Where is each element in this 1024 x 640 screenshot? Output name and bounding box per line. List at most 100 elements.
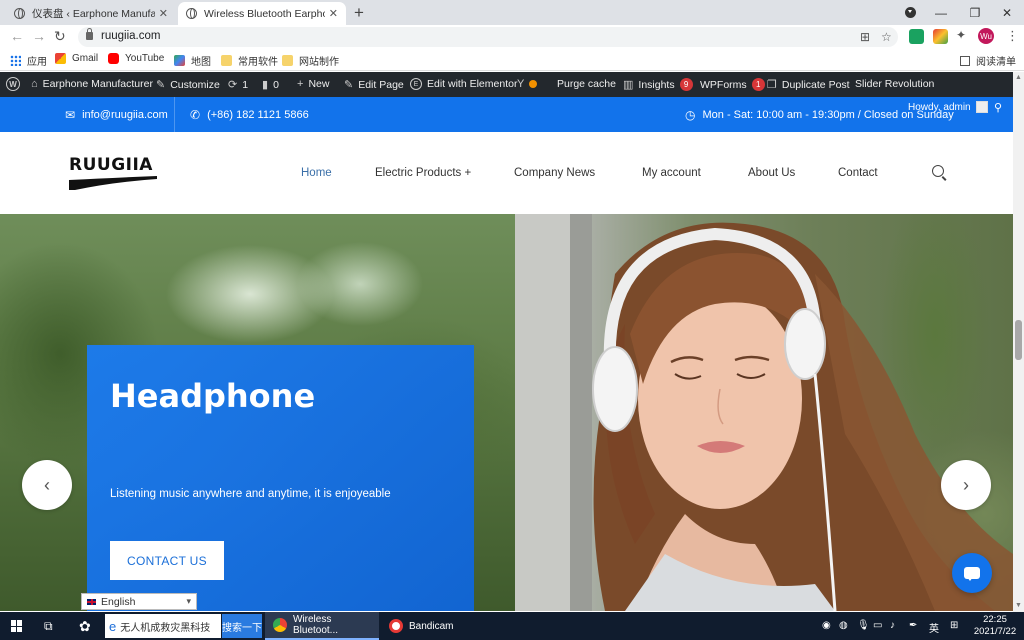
duplicate-icon: ❐ bbox=[767, 79, 777, 91]
scrollbar-thumb[interactable] bbox=[1015, 320, 1022, 360]
globe-icon bbox=[14, 8, 25, 19]
wp-admin-bar: W ⌂ Earphone Manufacturer ✎ Customize ⟳ … bbox=[0, 72, 1013, 97]
bookmark-folder-common[interactable]: 常用软件 bbox=[221, 53, 278, 68]
envelope-icon: ✉ bbox=[65, 108, 76, 122]
browser-tab-dashboard[interactable]: 仪表盘 ‹ Earphone Manufactur ✕ bbox=[6, 2, 176, 25]
admin-search-icon[interactable]: ⚲ bbox=[994, 101, 1002, 114]
translate-icon[interactable]: ⊞ bbox=[860, 30, 870, 44]
admin-updates[interactable]: ⟳ 1 bbox=[228, 78, 248, 92]
taskbar-clock[interactable]: 22:25 2021/7/22 bbox=[972, 614, 1018, 638]
bookmarks-bar: 应用 Gmail YouTube 地图 常用软件 网站制作 阅读清单 bbox=[0, 49, 1024, 71]
home-icon: ⌂ bbox=[31, 78, 38, 90]
search-icon[interactable] bbox=[932, 165, 944, 177]
pinwheel-app-icon[interactable]: ✿ bbox=[79, 612, 91, 640]
forward-arrow-icon[interactable]: → bbox=[32, 28, 46, 44]
close-icon[interactable]: ✕ bbox=[329, 7, 338, 20]
close-icon[interactable]: ✕ bbox=[159, 7, 168, 20]
elementor-icon: E bbox=[410, 78, 422, 90]
tab-search-icon[interactable] bbox=[905, 7, 916, 18]
admin-site-name[interactable]: ⌂ Earphone Manufacturer bbox=[31, 78, 153, 90]
bookmark-apps[interactable]: 应用 bbox=[10, 53, 47, 68]
task-view-icon[interactable]: ⧉ bbox=[44, 612, 53, 640]
nav-electric-products[interactable]: Electric Products + bbox=[375, 167, 471, 179]
wpforms-badge: 1 bbox=[751, 78, 765, 91]
admin-comments[interactable]: ▮ 0 bbox=[262, 78, 279, 92]
microphone-tray-icon[interactable]: 🎙 bbox=[857, 620, 870, 631]
admin-wpforms[interactable]: WPForms 1 bbox=[700, 78, 765, 91]
bookmark-star-icon[interactable]: ☆ bbox=[881, 30, 892, 44]
admin-slider-revolution[interactable]: Slider Revolution bbox=[855, 78, 934, 90]
folder-icon bbox=[282, 55, 293, 66]
restore-button[interactable]: ❐ bbox=[958, 0, 992, 25]
slider-next-button[interactable]: › bbox=[941, 460, 991, 510]
comment-icon: ▮ bbox=[262, 79, 269, 91]
admin-customize[interactable]: ✎ Customize bbox=[156, 78, 220, 92]
site-logo[interactable]: RUUGIIA bbox=[69, 155, 161, 191]
admin-edit-elementor[interactable]: E Edit with Elementor bbox=[410, 78, 517, 90]
browser-menu-icon[interactable]: ⋮ bbox=[1006, 28, 1019, 44]
extension-color-icon[interactable] bbox=[933, 29, 948, 44]
back-arrow-icon[interactable]: ← bbox=[10, 28, 24, 44]
admin-new[interactable]: + New bbox=[297, 78, 329, 90]
contact-phone[interactable]: ✆ (+86) 182 1121 5866 bbox=[190, 108, 309, 122]
admin-duplicate-post[interactable]: ❐ Duplicate Post bbox=[767, 78, 850, 92]
url-text: ruugiia.com bbox=[101, 30, 161, 42]
chrome-icon bbox=[273, 618, 287, 632]
admin-yoast[interactable]: Y bbox=[517, 78, 538, 90]
chat-button[interactable] bbox=[952, 553, 992, 593]
new-tab-button[interactable]: + bbox=[354, 3, 364, 23]
address-bar[interactable]: ruugiia.com ⊞ ☆ bbox=[78, 27, 898, 47]
admin-insights[interactable]: ▥ Insights 9 bbox=[623, 78, 693, 91]
pen-tray-icon[interactable]: ✒ bbox=[909, 620, 917, 631]
start-button[interactable] bbox=[11, 612, 23, 640]
keyboard-tray-icon[interactable]: ⊞ bbox=[950, 620, 958, 631]
admin-account-menu[interactable]: Howdy, admin bbox=[908, 101, 988, 113]
minimize-button[interactable]: — bbox=[924, 0, 958, 25]
scroll-up-icon[interactable]: ▲ bbox=[1015, 74, 1022, 81]
taskbar-search-input[interactable]: e 无人机成救灾黑科技 bbox=[105, 614, 221, 638]
admin-purge-cache[interactable]: Purge cache bbox=[557, 78, 616, 90]
plus-icon: + bbox=[297, 78, 304, 90]
insights-badge: 9 bbox=[679, 78, 693, 91]
contact-email[interactable]: ✉ info@ruugiia.com bbox=[65, 108, 168, 122]
nav-contact[interactable]: Contact bbox=[838, 167, 878, 179]
contact-us-button[interactable]: CONTACT US bbox=[110, 541, 224, 580]
reading-list-button[interactable]: 阅读清单 bbox=[960, 53, 1016, 68]
bandicam-record-icon bbox=[389, 619, 403, 633]
bookmark-gmail[interactable]: Gmail bbox=[55, 53, 98, 64]
profile-avatar[interactable]: Wu bbox=[978, 28, 994, 44]
browser-tab-wireless-earphone[interactable]: Wireless Bluetooth Earphone ✕ bbox=[178, 2, 346, 25]
brush-icon: ✎ bbox=[156, 79, 166, 91]
scroll-down-icon[interactable]: ▼ bbox=[1015, 602, 1022, 609]
folder-icon bbox=[221, 55, 232, 66]
chevron-down-icon: ▾ bbox=[186, 596, 191, 606]
chat-icon bbox=[964, 567, 980, 581]
security-tray-icon[interactable]: ◍ bbox=[839, 620, 848, 631]
uk-flag-icon bbox=[86, 597, 97, 606]
bookmark-maps[interactable]: 地图 bbox=[174, 53, 211, 68]
close-window-button[interactable]: ✕ bbox=[990, 0, 1024, 25]
nav-my-account[interactable]: My account bbox=[642, 167, 701, 179]
page-scrollbar[interactable]: ▲ ▼ bbox=[1013, 72, 1024, 612]
extension-on-icon[interactable] bbox=[909, 29, 924, 44]
volume-tray-icon[interactable]: ♪ bbox=[890, 620, 895, 631]
extensions-puzzle-icon[interactable]: ✦ bbox=[956, 28, 971, 43]
bookmark-youtube[interactable]: YouTube bbox=[108, 53, 164, 64]
network-tray-icon[interactable]: ▭ bbox=[873, 620, 882, 631]
taskbar-search-button[interactable]: 搜索一下 bbox=[222, 614, 262, 638]
admin-edit-page[interactable]: ✎ Edit Page bbox=[344, 78, 404, 92]
nav-home[interactable]: Home bbox=[301, 167, 332, 179]
language-select[interactable]: English ▾ bbox=[81, 593, 197, 610]
bookmark-folder-web[interactable]: 网站制作 bbox=[282, 53, 339, 68]
site-header: RUUGIIA Home Electric Products + Company… bbox=[0, 132, 1013, 214]
globe-icon bbox=[186, 8, 197, 19]
reload-icon[interactable]: ↻ bbox=[54, 28, 66, 45]
record-tray-icon[interactable]: ◉ bbox=[822, 620, 831, 631]
slider-prev-button[interactable]: ‹ bbox=[22, 460, 72, 510]
wp-logo-menu[interactable]: W bbox=[6, 77, 20, 91]
taskbar-app-bandicam[interactable]: Bandicam bbox=[381, 612, 489, 640]
nav-about-us[interactable]: About Us bbox=[748, 167, 795, 179]
ime-language-indicator[interactable]: 英 bbox=[929, 620, 939, 635]
nav-company-news[interactable]: Company News bbox=[514, 167, 595, 179]
taskbar-app-chrome[interactable]: Wireless Bluetoot... bbox=[265, 612, 379, 640]
